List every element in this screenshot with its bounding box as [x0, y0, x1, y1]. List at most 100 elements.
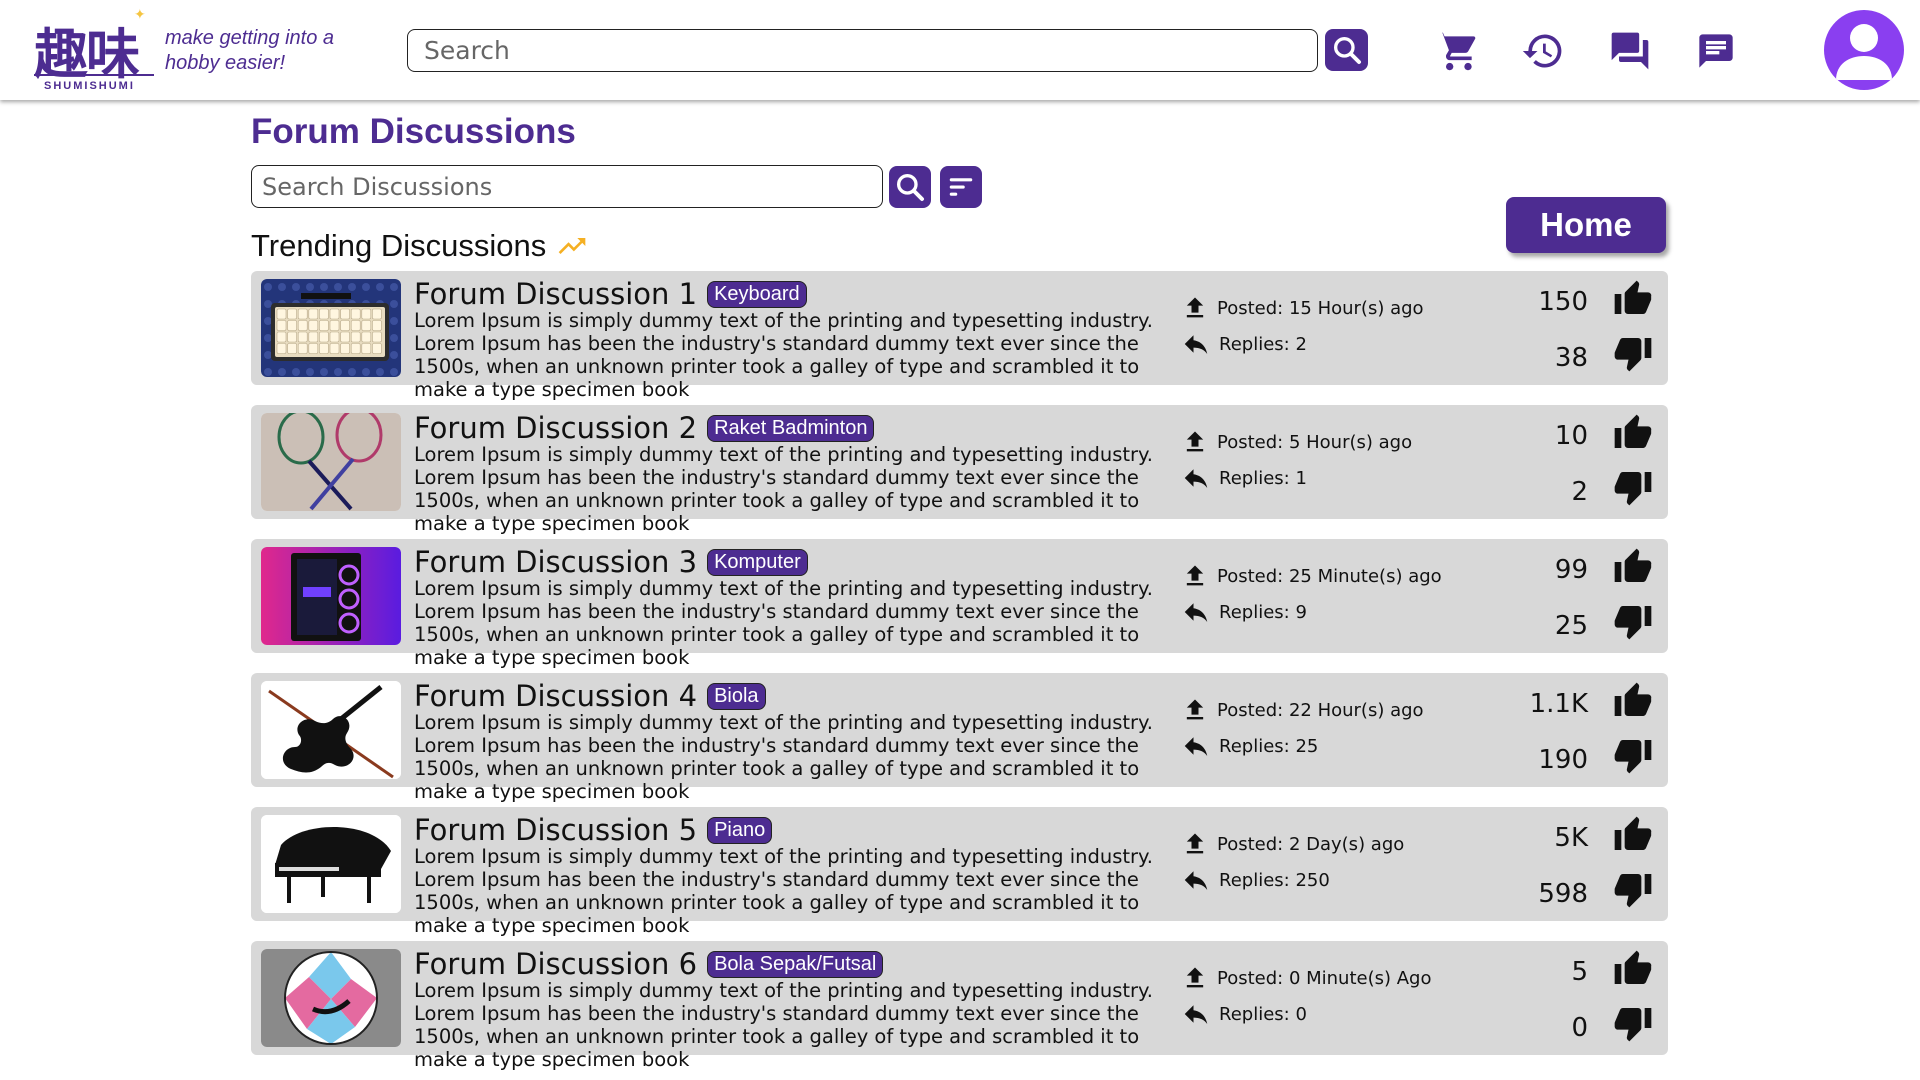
posted-time: Posted: 2 Day(s) ago — [1217, 833, 1405, 855]
sort-filter-button[interactable] — [940, 166, 982, 208]
dislike-count: 25 — [1554, 611, 1588, 641]
discussion-title-row: Forum Discussion 6 Bola Sepak/Futsal — [414, 947, 884, 981]
like-count: 5K — [1554, 823, 1588, 853]
discussion-title-row: Forum Discussion 4 Biola — [414, 679, 766, 713]
upload-icon — [1186, 431, 1204, 452]
message-icon — [1699, 34, 1733, 68]
discussion-title-row: Forum Discussion 2 Raket Badminton — [414, 411, 875, 445]
category-tag[interactable]: Keyboard — [707, 280, 807, 308]
thumbs-down-icon[interactable] — [1610, 869, 1656, 909]
sparkle-icon: ✦ — [134, 6, 146, 22]
like-count: 99 — [1554, 555, 1588, 585]
discussion-description: Lorem Ipsum is simply dummy text of the … — [414, 845, 1154, 937]
replies-meta: Replies: 0 — [1181, 999, 1307, 1029]
reply-count: Replies: 0 — [1219, 1003, 1307, 1025]
thumbs-down-icon[interactable] — [1610, 1003, 1656, 1043]
cart-icon — [1436, 32, 1476, 71]
discussion-thumbnail — [261, 949, 401, 1047]
posted-meta: Posted: 2 Day(s) ago — [1181, 829, 1404, 859]
thumbs-down-icon[interactable] — [1610, 333, 1656, 373]
discussion-card[interactable]: Forum Discussion 3 Komputer Lorem Ipsum is… — [251, 539, 1668, 669]
like-count: 10 — [1554, 421, 1588, 451]
thumbs-down-icon[interactable] — [1610, 735, 1656, 775]
posted-time: Posted: 5 Hour(s) ago — [1217, 431, 1413, 453]
thumbs-up-icon[interactable] — [1610, 547, 1656, 587]
thumbs-down-icon[interactable] — [1610, 601, 1656, 641]
reply-icon — [1184, 737, 1208, 756]
thumbs-up-icon[interactable] — [1610, 681, 1656, 721]
history-button[interactable] — [1520, 28, 1566, 74]
posted-meta: Posted: 25 Minute(s) ago — [1181, 561, 1442, 591]
forum-icon — [1611, 32, 1649, 70]
top-header: 趣味 ✦ SHUMISHUMI make getting into a hobb… — [0, 0, 1920, 100]
upload-icon — [1186, 565, 1204, 586]
header-search-button[interactable] — [1325, 29, 1368, 71]
discussion-title[interactable]: Forum Discussion 6 — [414, 947, 697, 981]
like-count: 1.1K — [1529, 689, 1588, 719]
posted-time: Posted: 0 Minute(s) Ago — [1217, 967, 1432, 989]
header-search-input[interactable]: Search — [407, 29, 1318, 72]
discussion-description: Lorem Ipsum is simply dummy text of the … — [414, 577, 1154, 669]
posted-meta: Posted: 5 Hour(s) ago — [1181, 427, 1412, 457]
discussion-thumbnail — [261, 681, 401, 779]
discussion-title[interactable]: Forum Discussion 3 — [414, 545, 697, 579]
reply-icon — [1184, 1005, 1208, 1024]
upload-icon — [1186, 699, 1204, 720]
trending-label: Trending Discussions — [251, 228, 547, 263]
sort-icon — [949, 178, 973, 196]
posted-meta: Posted: 15 Hour(s) ago — [1181, 293, 1424, 323]
upload-icon — [1186, 833, 1204, 854]
discussion-title-row: Forum Discussion 1 Keyboard — [414, 277, 807, 311]
discussion-card[interactable]: Forum Discussion 6 Bola Sepak/Futsal Lorem… — [251, 941, 1668, 1071]
home-button[interactable]: Home — [1506, 197, 1666, 253]
category-tag[interactable]: Komputer — [707, 548, 808, 576]
thumbs-up-icon[interactable] — [1610, 279, 1656, 319]
discussion-title[interactable]: Forum Discussion 4 — [414, 679, 697, 713]
forum-button[interactable] — [1607, 28, 1653, 74]
site-logo[interactable]: 趣味 ✦ SHUMISHUMI — [30, 6, 160, 94]
discussion-thumbnail — [261, 279, 401, 377]
discussion-search-input[interactable]: Search Discussions — [251, 165, 883, 208]
replies-meta: Replies: 250 — [1181, 865, 1330, 895]
category-tag[interactable]: Piano — [707, 816, 773, 844]
reply-count: Replies: 250 — [1219, 869, 1330, 891]
page-title: Forum Discussions — [251, 112, 576, 151]
discussion-thumbnail — [261, 547, 401, 645]
discussion-card[interactable]: Forum Discussion 1 Keyboard Lorem Ipsum is… — [251, 271, 1668, 401]
tagline: make getting into a hobby easier! — [165, 27, 334, 74]
user-avatar[interactable] — [1824, 10, 1904, 90]
posted-meta: Posted: 22 Hour(s) ago — [1181, 695, 1424, 725]
messages-button[interactable] — [1693, 28, 1739, 74]
category-tag[interactable]: Biola — [707, 682, 766, 710]
thumbs-down-icon[interactable] — [1610, 467, 1656, 507]
replies-meta: Replies: 1 — [1181, 463, 1307, 493]
discussion-thumbnail — [261, 413, 401, 511]
discussion-card[interactable]: Forum Discussion 5 Piano Lorem Ipsum is si… — [251, 807, 1668, 937]
user-icon — [1836, 24, 1892, 80]
like-count: 5 — [1571, 957, 1588, 987]
discussion-search-button[interactable] — [889, 166, 931, 208]
replies-meta: Replies: 25 — [1181, 731, 1318, 761]
thumbs-up-icon[interactable] — [1610, 949, 1656, 989]
search-icon — [897, 174, 924, 201]
reply-icon — [1184, 871, 1208, 890]
posted-time: Posted: 25 Minute(s) ago — [1217, 565, 1442, 587]
trending-heading: Trending Discussions — [251, 228, 594, 264]
history-icon — [1522, 34, 1562, 68]
cart-button[interactable] — [1434, 28, 1480, 74]
upload-icon — [1186, 967, 1204, 988]
discussion-title[interactable]: Forum Discussion 1 — [414, 277, 697, 311]
dislike-count: 190 — [1538, 745, 1588, 775]
discussion-card[interactable]: Forum Discussion 2 Raket Badminton Lorem I… — [251, 405, 1668, 535]
like-count: 150 — [1538, 287, 1588, 317]
discussion-title[interactable]: Forum Discussion 2 — [414, 411, 697, 445]
logo-underline — [34, 74, 154, 76]
category-tag[interactable]: Bola Sepak/Futsal — [707, 950, 884, 978]
thumbs-up-icon[interactable] — [1610, 413, 1656, 453]
reply-count: Replies: 2 — [1219, 333, 1307, 355]
discussion-title[interactable]: Forum Discussion 5 — [414, 813, 697, 847]
discussion-card[interactable]: Forum Discussion 4 Biola Lorem Ipsum is si… — [251, 673, 1668, 803]
thumbs-up-icon[interactable] — [1610, 815, 1656, 855]
discussion-description: Lorem Ipsum is simply dummy text of the … — [414, 309, 1154, 401]
category-tag[interactable]: Raket Badminton — [707, 414, 875, 442]
